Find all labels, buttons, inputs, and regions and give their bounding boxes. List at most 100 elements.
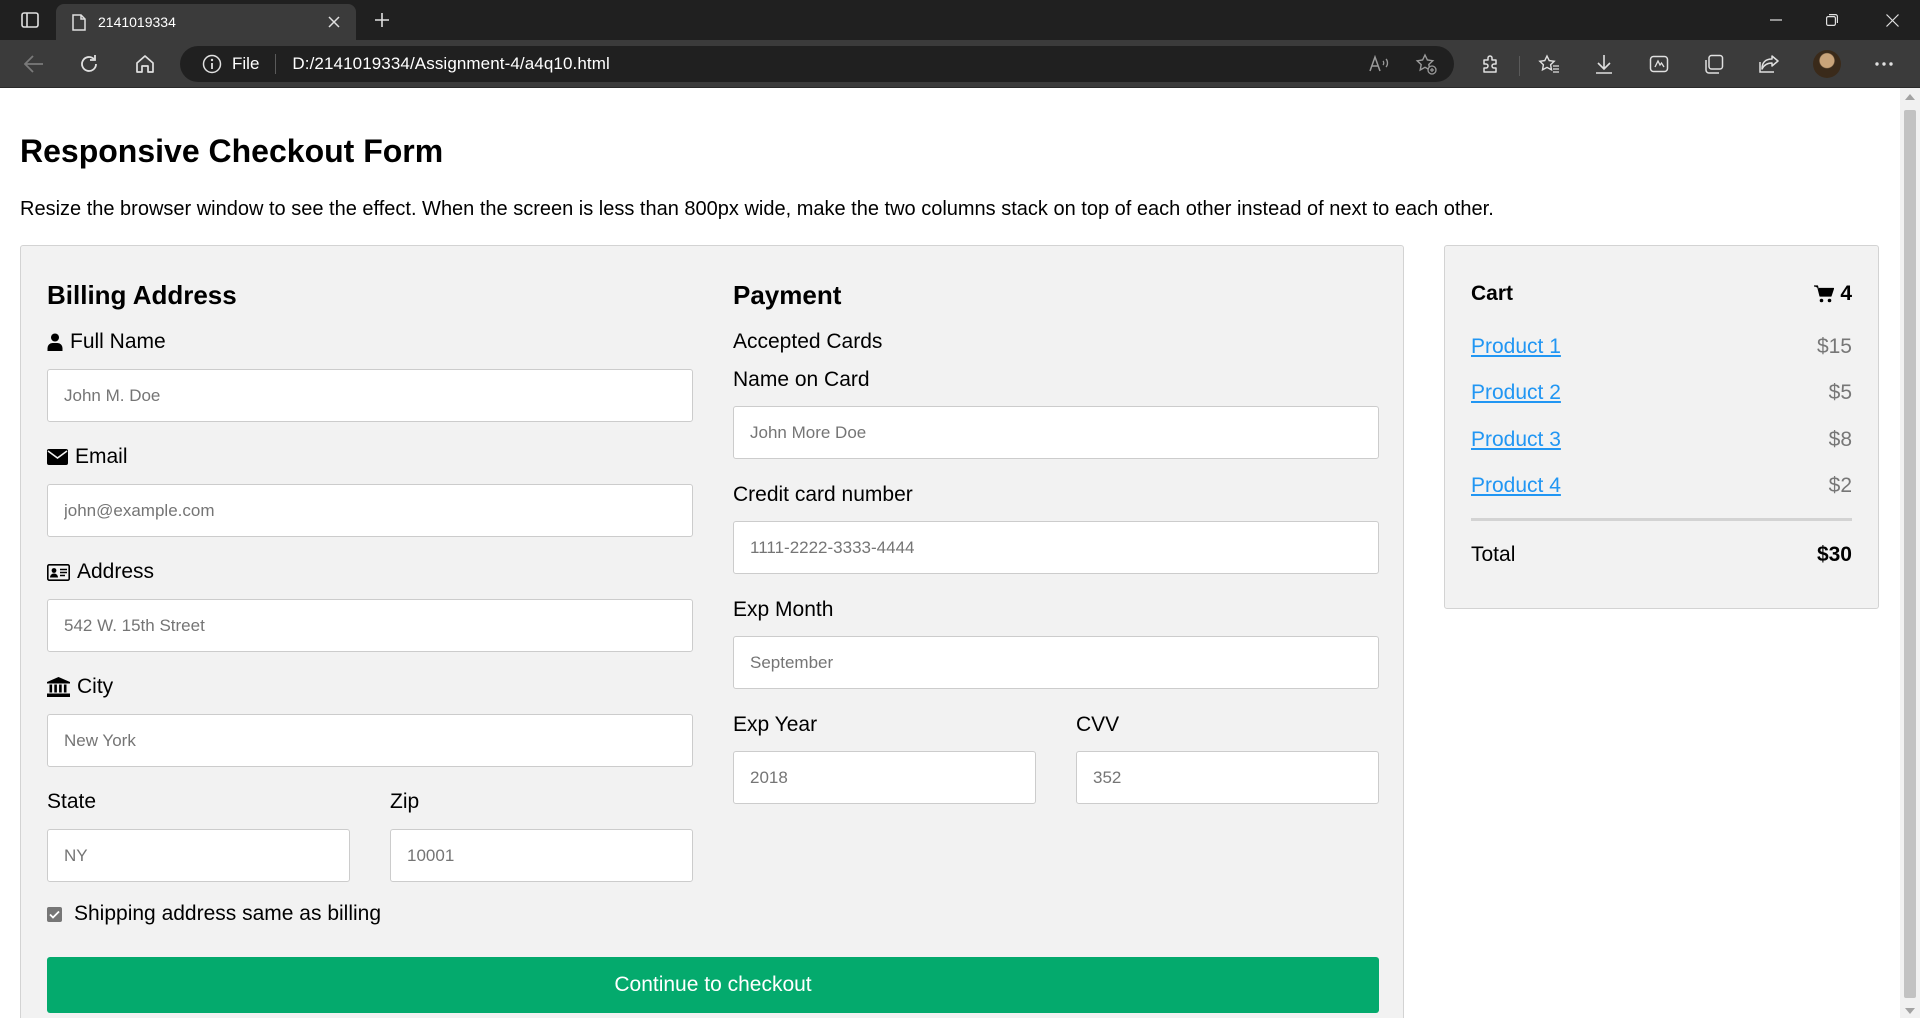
cart-item: Product 1 $15	[1471, 335, 1852, 359]
share-button[interactable]	[1751, 48, 1787, 80]
cart-count: 4	[1814, 282, 1852, 306]
cart-total-label: Total	[1471, 543, 1516, 566]
browser-tab-strip: 2141019334	[0, 0, 1920, 40]
payment-title: Payment	[733, 280, 842, 310]
page-description: Resize the browser window to see the eff…	[20, 198, 1494, 220]
zip-input[interactable]	[390, 829, 693, 882]
exp-month-input[interactable]	[733, 636, 1379, 689]
address-input[interactable]	[47, 599, 693, 652]
email-input[interactable]	[47, 484, 693, 537]
back-button[interactable]	[16, 48, 52, 80]
state-label: State	[47, 790, 97, 813]
refresh-button[interactable]	[71, 48, 107, 80]
favorites-button[interactable]	[1531, 48, 1567, 80]
web-capture-icon	[1649, 55, 1669, 73]
tab-title: 2141019334	[98, 14, 176, 30]
zip-label: Zip	[390, 790, 420, 813]
cart-item-price: $5	[1828, 381, 1852, 404]
cart-total-value: $30	[1816, 543, 1852, 566]
full-name-input[interactable]	[47, 369, 693, 422]
page-icon	[72, 13, 86, 31]
cart-divider	[1471, 518, 1852, 521]
vertical-scrollbar[interactable]	[1900, 88, 1920, 1018]
scroll-up-arrow-icon[interactable]	[1905, 94, 1915, 100]
cart-title: Cart	[1471, 282, 1514, 305]
downloads-button[interactable]	[1586, 48, 1622, 80]
cart-total-row: Total $30	[1471, 543, 1852, 567]
address-card-icon	[47, 563, 70, 581]
read-aloud-icon	[1369, 55, 1389, 72]
city-label-text: City	[77, 675, 114, 698]
plus-icon	[375, 13, 389, 27]
exp-month-label: Exp Month	[733, 598, 834, 621]
address-label-text: Address	[77, 560, 155, 583]
cart-item-link[interactable]: Product 1	[1471, 335, 1561, 359]
profile-avatar[interactable]	[1813, 50, 1841, 78]
user-icon	[47, 333, 63, 351]
cart-item-price: $2	[1828, 474, 1852, 497]
email-label: Email	[47, 445, 128, 469]
home-button[interactable]	[127, 48, 163, 80]
minimize-icon	[1770, 19, 1782, 21]
cart-panel: Cart 4 Product 1 $15 Product 2 $5 Produc…	[1444, 245, 1879, 609]
city-input[interactable]	[47, 714, 693, 767]
back-arrow-icon	[24, 55, 43, 73]
refresh-icon	[81, 55, 97, 72]
info-icon	[202, 54, 222, 74]
close-tab-button[interactable]	[322, 10, 346, 34]
state-input[interactable]	[47, 829, 350, 882]
restore-button[interactable]	[1804, 0, 1860, 40]
cart-item-price: $15	[1816, 335, 1852, 358]
exp-year-input[interactable]	[733, 751, 1036, 804]
collections-button[interactable]	[1696, 48, 1732, 80]
web-capture-button[interactable]	[1641, 48, 1677, 80]
scrollbar-thumb[interactable]	[1904, 110, 1916, 998]
address-scheme: File	[232, 54, 260, 73]
url-text[interactable]: D:/2141019334/Assignment-4/a4q10.html	[292, 54, 609, 74]
email-label-text: Email	[75, 445, 128, 468]
extensions-icon	[1483, 55, 1497, 73]
favorites-icon	[1538, 54, 1559, 73]
close-icon	[1885, 13, 1899, 27]
close-window-button[interactable]	[1864, 0, 1920, 40]
cart-item: Product 4 $2	[1471, 474, 1852, 498]
more-icon	[1875, 62, 1893, 66]
shipping-same-checkbox[interactable]	[47, 906, 62, 922]
close-icon	[328, 16, 340, 28]
full-name-label: Full Name	[47, 330, 166, 354]
billing-title: Billing Address	[47, 280, 237, 310]
cart-item-price: $8	[1828, 428, 1852, 451]
site-info-button[interactable]: File	[202, 54, 259, 74]
page-title: Responsive Checkout Form	[20, 133, 444, 169]
extensions-button[interactable]	[1472, 48, 1508, 80]
scroll-down-arrow-icon[interactable]	[1905, 1008, 1915, 1014]
cart-item: Product 2 $5	[1471, 381, 1852, 405]
tab-actions-icon	[21, 12, 39, 28]
institution-icon	[47, 677, 70, 697]
restore-icon	[1826, 14, 1838, 26]
tab-actions-button[interactable]	[16, 8, 44, 32]
cvv-input[interactable]	[1076, 751, 1379, 804]
cart-count-value: 4	[1840, 282, 1852, 305]
cart-item: Product 3 $8	[1471, 428, 1852, 452]
cart-item-link[interactable]: Product 2	[1471, 381, 1561, 405]
shipping-same-option[interactable]: Shipping address same as billing	[47, 902, 381, 926]
address-bar[interactable]: File D:/2141019334/Assignment-4/a4q10.ht…	[180, 46, 1454, 82]
minimize-button[interactable]	[1748, 0, 1804, 40]
read-aloud-button[interactable]	[1364, 48, 1396, 80]
card-number-input[interactable]	[733, 521, 1379, 574]
checkout-form: Billing Address Full Name Email Address …	[20, 245, 1404, 1018]
active-tab[interactable]: 2141019334	[56, 4, 356, 40]
cart-item-link[interactable]: Product 4	[1471, 474, 1561, 498]
settings-more-button[interactable]	[1866, 48, 1902, 80]
name-on-card-input[interactable]	[733, 406, 1379, 459]
city-label: City	[47, 675, 113, 699]
envelope-icon	[47, 449, 68, 465]
address-divider	[275, 54, 277, 74]
name-on-card-label: Name on Card	[733, 368, 870, 391]
add-favorite-button[interactable]	[1410, 48, 1442, 80]
browser-toolbar: File D:/2141019334/Assignment-4/a4q10.ht…	[0, 40, 1920, 88]
cart-item-link[interactable]: Product 3	[1471, 428, 1561, 452]
continue-to-checkout-button[interactable]: Continue to checkout	[47, 957, 1379, 1013]
new-tab-button[interactable]	[368, 8, 396, 32]
